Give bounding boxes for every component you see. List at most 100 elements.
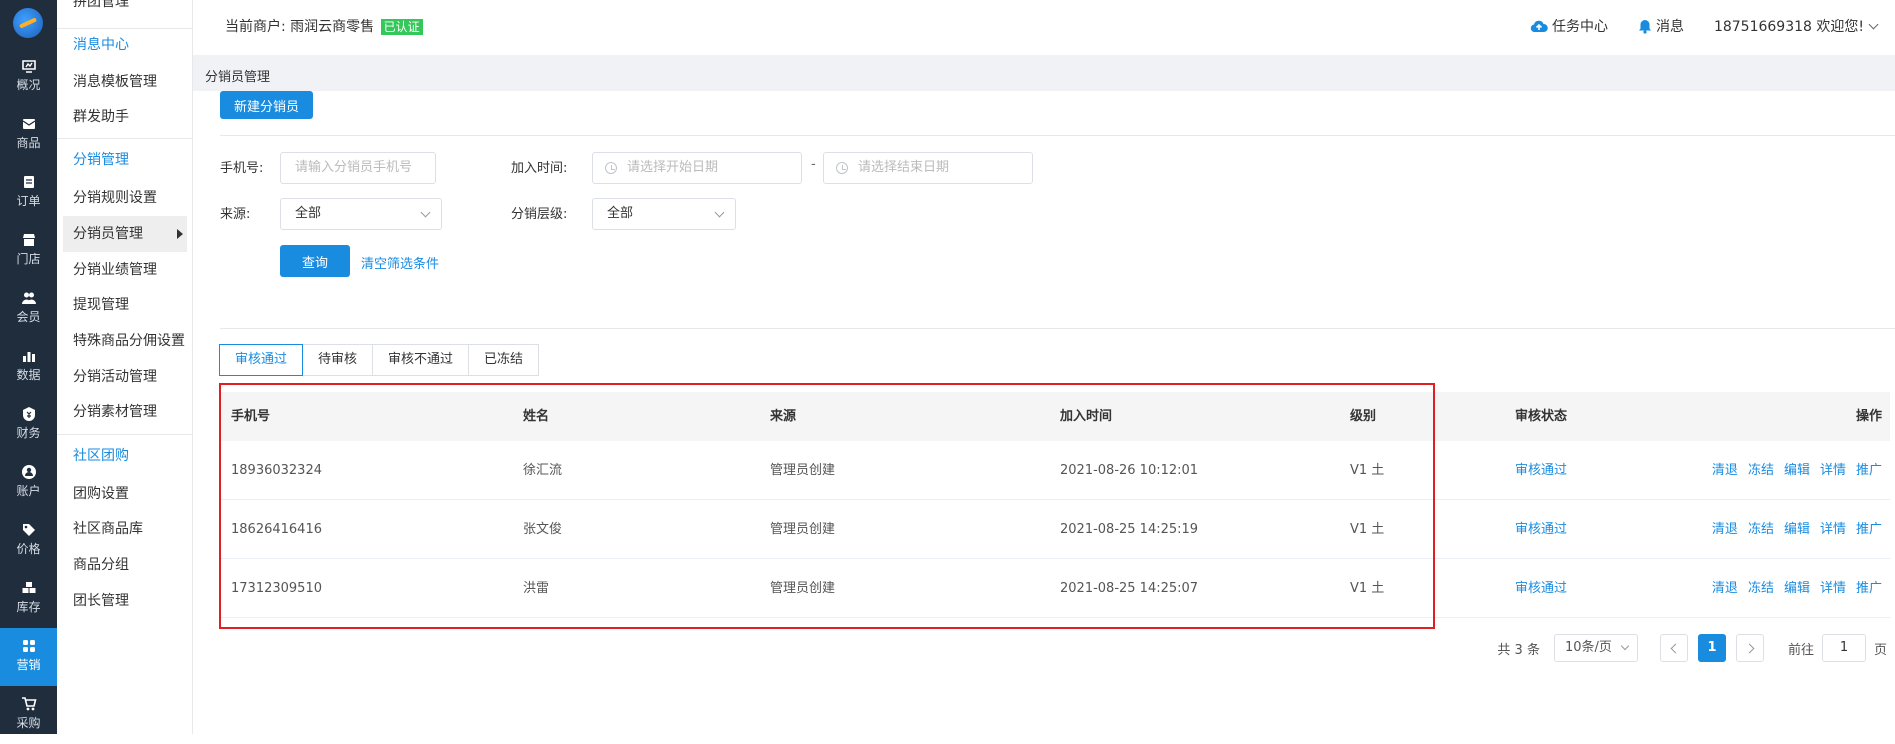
rail-item-marketing[interactable]: 营销 xyxy=(0,628,57,686)
row-action-link[interactable]: 编辑 xyxy=(1784,581,1810,596)
submenu-item[interactable]: 拼团管理 xyxy=(63,0,187,20)
new-distributor-button[interactable]: 新建分销员 xyxy=(220,91,313,119)
rail-item-label: 采购 xyxy=(16,716,41,730)
query-button[interactable]: 查询 xyxy=(280,245,350,277)
prev-page-button[interactable] xyxy=(1659,634,1688,662)
cell-status[interactable]: 审核通过 xyxy=(1515,441,1567,500)
user-menu[interactable]: 18751669318 欢迎您! xyxy=(1713,16,1879,36)
row-action-link[interactable]: 清退 xyxy=(1712,581,1738,596)
date-separator: - xyxy=(811,157,816,172)
rail-item-finance[interactable]: 财务 xyxy=(0,396,57,454)
row-action-link[interactable]: 编辑 xyxy=(1784,463,1810,478)
chevron-down-icon xyxy=(420,207,431,218)
submenu-item[interactable]: 消息模板管理 xyxy=(63,64,187,100)
rail-item-member[interactable]: 会员 xyxy=(0,280,57,338)
submenu-item[interactable]: 分销素材管理 xyxy=(63,394,187,430)
row-actions: 清退 冻结 编辑 详情 推广 xyxy=(1702,500,1882,559)
task-center-label: 任务中心 xyxy=(1551,19,1608,35)
submenu-item[interactable]: 分销员管理 xyxy=(63,216,187,252)
row-action-link[interactable]: 详情 xyxy=(1820,581,1846,596)
rail-item-label: 概况 xyxy=(16,78,41,92)
clock-icon xyxy=(605,162,617,174)
breadcrumb: 分销员管理 xyxy=(205,70,271,85)
submenu-item[interactable]: 团长管理 xyxy=(63,583,187,619)
merchant-label: 当前商户: 雨润云商零售 xyxy=(225,19,375,35)
next-page-button[interactable] xyxy=(1735,634,1764,662)
current-merchant: 当前商户: 雨润云商零售 已认证 xyxy=(225,16,423,36)
source-selected-value: 全部 xyxy=(295,206,322,221)
current-page-button[interactable]: 1 xyxy=(1697,634,1726,662)
row-action-link[interactable]: 推广 xyxy=(1856,522,1882,537)
row-action-link[interactable]: 推广 xyxy=(1856,463,1882,478)
level-select[interactable]: 全部 xyxy=(592,198,736,230)
row-action-link[interactable]: 冻结 xyxy=(1748,463,1774,478)
top-header: 当前商户: 雨润云商零售 已认证 任务中心 消息 18751669318 欢迎您… xyxy=(193,0,1895,55)
page-suffix: 页 xyxy=(1873,642,1887,658)
submenu-item[interactable]: 团购设置 xyxy=(63,476,187,512)
source-filter-label: 来源: xyxy=(220,207,251,222)
status-tabs: 审核通过 待审核 审核不通过 已冻结 xyxy=(219,344,540,376)
submenu-item[interactable]: 提现管理 xyxy=(63,287,187,323)
rail-item-label: 门店 xyxy=(16,252,41,266)
row-action-link[interactable]: 编辑 xyxy=(1784,522,1810,537)
rail-item-account[interactable]: 账户 xyxy=(0,454,57,512)
row-action-link[interactable]: 详情 xyxy=(1820,522,1846,537)
submenu-item[interactable]: 分销业绩管理 xyxy=(63,252,187,288)
start-date-placeholder: 请选择开始日期 xyxy=(627,160,719,175)
rail-item-store[interactable]: 门店 xyxy=(0,222,57,280)
end-date-placeholder: 请选择结束日期 xyxy=(858,160,950,175)
rail-item-dashboard[interactable]: 概况 xyxy=(0,48,57,106)
row-action-link[interactable]: 详情 xyxy=(1820,463,1846,478)
status-tab[interactable]: 审核不通过 xyxy=(372,344,470,376)
cloud-upload-icon xyxy=(1530,20,1548,32)
messages-link[interactable]: 消息 xyxy=(1638,16,1684,36)
divider xyxy=(220,135,1895,136)
goods-icon xyxy=(22,119,35,129)
source-select[interactable]: 全部 xyxy=(280,198,442,230)
order-icon xyxy=(23,176,34,188)
clock-icon xyxy=(836,162,848,174)
submenu-item[interactable]: 群发助手 xyxy=(63,99,187,135)
submenu-item[interactable]: 商品分组 xyxy=(63,547,187,583)
submenu-item[interactable]: 分销活动管理 xyxy=(63,359,187,395)
status-tab[interactable]: 审核通过 xyxy=(219,344,304,376)
bell-icon xyxy=(1638,19,1651,34)
row-action-link[interactable]: 清退 xyxy=(1712,522,1738,537)
row-action-link[interactable]: 冻结 xyxy=(1748,522,1774,537)
rail-item-purchase[interactable]: 采购 xyxy=(0,686,57,744)
start-date-picker[interactable]: 请选择开始日期 xyxy=(592,152,802,184)
row-action-link[interactable]: 清退 xyxy=(1712,463,1738,478)
submenu-item[interactable]: 特殊商品分佣设置 xyxy=(63,323,187,359)
main-nav-rail: 概况商品 订单门店会员 数据财务账户 价格库存营销采购 xyxy=(0,0,57,734)
join-time-label: 加入时间: xyxy=(511,161,568,176)
clear-filters-link[interactable]: 清空筛选条件 xyxy=(361,253,439,272)
user-greeting: 18751669318 欢迎您! xyxy=(1713,19,1864,35)
submenu-item[interactable]: 社区商品库 xyxy=(63,511,187,547)
task-center-link[interactable]: 任务中心 xyxy=(1530,16,1608,36)
rail-item-stock[interactable]: 库存 xyxy=(0,570,57,628)
row-action-link[interactable]: 冻结 xyxy=(1748,581,1774,596)
rail-item-price[interactable]: 价格 xyxy=(0,512,57,570)
rail-item-label: 财务 xyxy=(16,426,41,440)
level-selected-value: 全部 xyxy=(607,206,634,221)
column-header: 审核状态 xyxy=(1515,409,1568,424)
rail-item-order[interactable]: 订单 xyxy=(0,164,57,222)
page-size-value: 10条/页 xyxy=(1564,640,1612,655)
rail-item-goods[interactable]: 商品 xyxy=(0,106,57,164)
rail-item-data[interactable]: 数据 xyxy=(0,338,57,396)
row-action-link[interactable]: 推广 xyxy=(1856,581,1882,596)
app-logo[interactable] xyxy=(13,8,43,38)
rail-item-label: 库存 xyxy=(16,600,41,614)
menu-group-title: 分销管理 xyxy=(73,152,129,168)
cell-status[interactable]: 审核通过 xyxy=(1515,559,1567,618)
end-date-picker[interactable]: 请选择结束日期 xyxy=(823,152,1033,184)
cell-status[interactable]: 审核通过 xyxy=(1515,500,1567,559)
phone-input[interactable]: 请输入分销员手机号 xyxy=(280,152,436,184)
status-tab[interactable]: 已冻结 xyxy=(468,344,540,376)
chevron-down-icon xyxy=(1620,641,1630,651)
status-tab[interactable]: 待审核 xyxy=(302,344,374,376)
page-size-select[interactable]: 10条/页 xyxy=(1553,634,1638,662)
submenu-item[interactable]: 分销规则设置 xyxy=(63,180,187,216)
purchase-icon xyxy=(21,697,37,711)
goto-page-input[interactable]: 1 xyxy=(1821,634,1866,662)
